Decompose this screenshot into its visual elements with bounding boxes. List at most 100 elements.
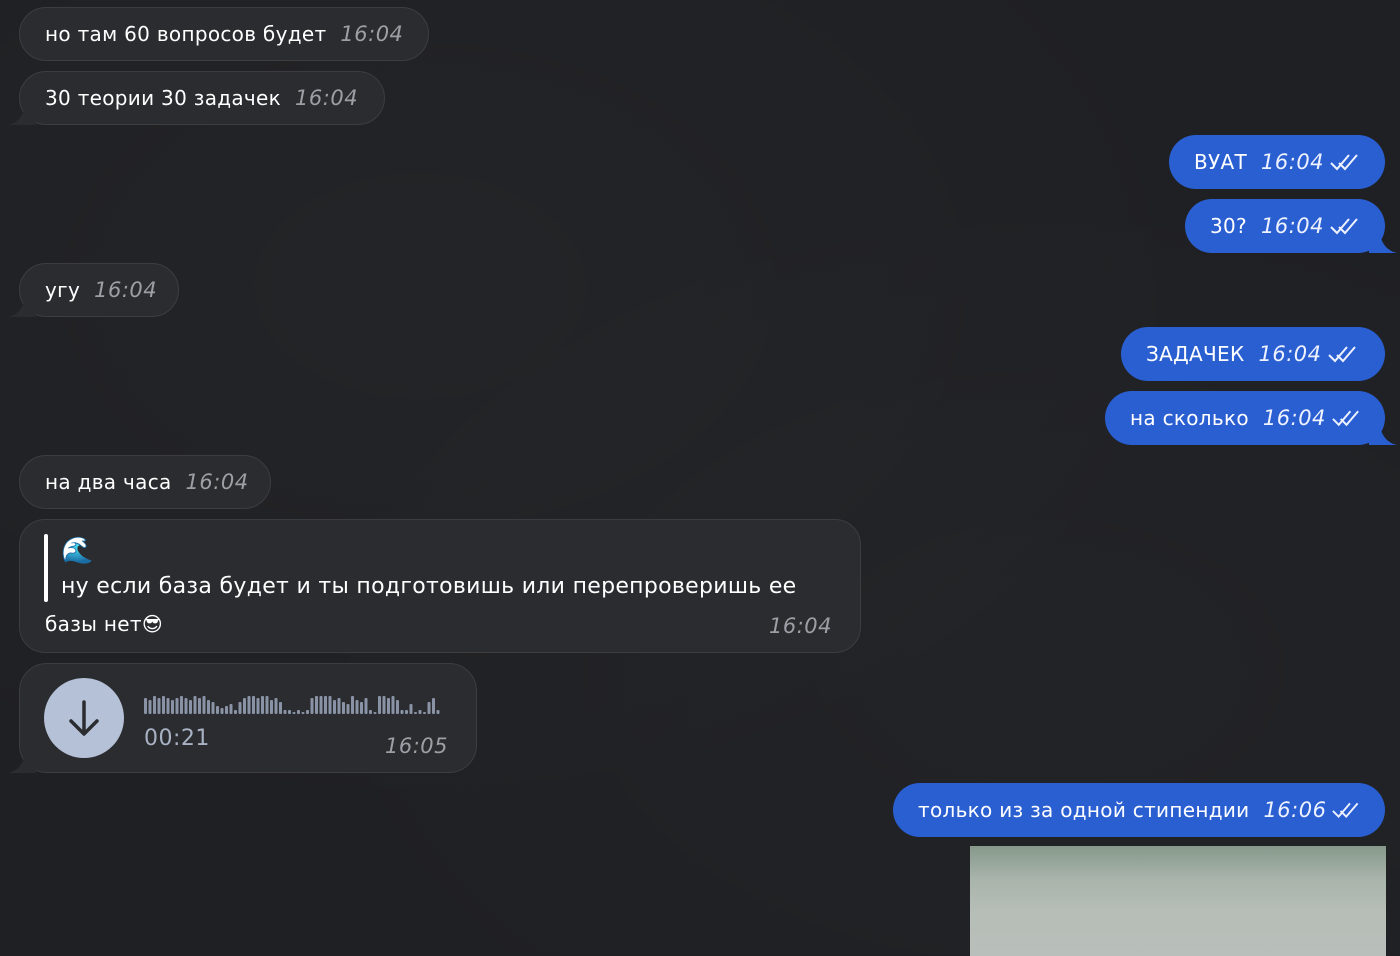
waveform-bar xyxy=(189,700,192,714)
download-arrow-icon xyxy=(69,700,99,736)
message-text: но там 60 вопросов будет xyxy=(45,22,327,46)
reply-quoted-emoji[interactable]: 🌊 xyxy=(61,536,93,566)
message-text: угу xyxy=(45,278,81,302)
voice-duration: 00:21 xyxy=(144,726,210,751)
waveform-bar xyxy=(157,698,161,714)
waveform-bar xyxy=(337,698,341,714)
message-bubble-outgoing[interactable]: ЗАДАЧЕК 16:04 xyxy=(1121,327,1385,381)
message-time: 16:04 xyxy=(94,278,158,302)
message-time: 16:04 xyxy=(1258,342,1322,366)
waveform-bar xyxy=(144,698,147,714)
waveform-bar xyxy=(319,696,323,714)
waveform-bar xyxy=(148,700,152,714)
waveform-bar xyxy=(247,696,251,714)
waveform-bar xyxy=(198,698,201,714)
waveform-bar xyxy=(333,700,336,714)
message-bubble-outgoing[interactable]: 30? 16:04 xyxy=(1185,199,1397,253)
message-text: базы нет xyxy=(45,612,142,636)
message-text: 30 теории 30 задачек xyxy=(45,86,282,110)
message-time: 16:04 xyxy=(768,614,832,638)
reply-quoted-text[interactable]: ну если база будет и ты подготовишь или … xyxy=(61,574,797,599)
waveform-bar xyxy=(436,710,440,714)
waveform-bar xyxy=(229,704,233,714)
double-check-icon xyxy=(1327,346,1356,363)
waveform-bar xyxy=(220,708,224,714)
waveform-bar xyxy=(396,700,399,714)
voice-download-button[interactable] xyxy=(44,678,124,758)
bubble-tail-icon xyxy=(8,295,36,317)
waveform-bar xyxy=(328,696,332,714)
message-time: 16:04 xyxy=(295,86,359,110)
message-bubble-reply[interactable]: 🌊 ну если база будет и ты подготовишь ил… xyxy=(19,519,861,653)
bubble-tail-icon xyxy=(8,751,36,773)
message-bubble-outgoing[interactable]: на сколько 16:04 xyxy=(1105,391,1397,445)
waveform-bar xyxy=(387,698,390,714)
voice-message-bubble[interactable]: 00:21 16:05 xyxy=(8,663,477,773)
waveform-bar xyxy=(423,712,426,714)
message-bubble-outgoing[interactable]: ВУАТ 16:04 xyxy=(1169,135,1385,189)
double-check-icon xyxy=(1332,802,1359,819)
message-bubble-incoming[interactable]: но там 60 вопросов будет 16:04 xyxy=(19,7,429,61)
waveform-bar xyxy=(409,704,413,714)
waveform-bar xyxy=(301,712,305,714)
message-text: на сколько xyxy=(1130,406,1249,430)
message-bubble-incoming[interactable]: угу 16:04 xyxy=(8,263,179,317)
waveform-bar xyxy=(243,698,246,714)
waveform-bar xyxy=(378,696,381,714)
message-time: 16:06 xyxy=(1263,798,1327,822)
waveform-bar xyxy=(216,706,219,714)
message-time: 16:04 xyxy=(185,470,249,494)
waveform-bar xyxy=(297,710,300,714)
waveform-bar xyxy=(351,696,354,714)
waveform-bar xyxy=(346,704,350,714)
waveform-bar xyxy=(180,696,183,714)
waveform-bar xyxy=(162,696,165,714)
waveform-bar xyxy=(360,702,363,714)
message-bubble-incoming[interactable]: на два часа 16:04 xyxy=(19,455,271,509)
message-text: 30? xyxy=(1210,214,1247,238)
message-time: 16:04 xyxy=(1260,214,1324,238)
waveform-bar xyxy=(369,710,372,714)
message-text: ВУАТ xyxy=(1194,150,1248,174)
waveform-bar xyxy=(432,698,435,714)
message-text: на два часа xyxy=(45,470,172,494)
waveform-bar xyxy=(207,700,210,714)
media-thumbnail[interactable] xyxy=(970,846,1386,956)
waveform-bar xyxy=(171,700,174,714)
waveform-bar xyxy=(166,698,170,714)
double-check-icon xyxy=(1330,154,1358,171)
waveform-bar xyxy=(288,710,291,714)
message-bubble-outgoing[interactable]: только из за одной стипендии 16:06 xyxy=(893,783,1385,837)
message-bubble-incoming[interactable]: 30 теории 30 задачек 16:04 xyxy=(8,71,385,125)
waveform-bar xyxy=(274,698,278,714)
waveform-bar xyxy=(238,702,242,714)
message-text: только из за одной стипендии xyxy=(918,798,1250,822)
bubble-tail-icon xyxy=(1369,231,1397,253)
waveform-bar xyxy=(256,698,260,714)
waveform-bar xyxy=(427,702,431,714)
waveform-bar xyxy=(324,696,327,714)
waveform-bar xyxy=(342,702,345,714)
waveform-bar xyxy=(364,698,368,714)
waveform-bar xyxy=(193,696,197,714)
reply-message-text: базы нет😎 xyxy=(45,612,163,636)
waveform-bar xyxy=(202,696,206,714)
waveform-bar xyxy=(418,710,422,714)
waveform-bar xyxy=(175,698,179,714)
waveform-bar xyxy=(391,696,395,714)
waveform-bar xyxy=(261,696,264,714)
waveform-bar xyxy=(306,710,309,714)
message-time: 16:05 xyxy=(384,734,448,758)
voice-waveform[interactable] xyxy=(144,690,444,716)
message-text: ЗАДАЧЕК xyxy=(1146,342,1245,366)
message-time: 16:04 xyxy=(340,22,404,46)
waveform-bar xyxy=(211,702,215,714)
double-check-icon xyxy=(1330,218,1358,235)
waveform-bar xyxy=(310,698,314,714)
waveform-bar xyxy=(234,710,237,714)
waveform-bar xyxy=(355,700,359,714)
waveform-bar xyxy=(405,710,408,714)
double-check-icon xyxy=(1332,410,1359,427)
waveform-bar xyxy=(225,706,228,714)
waveform-bar xyxy=(153,696,156,714)
